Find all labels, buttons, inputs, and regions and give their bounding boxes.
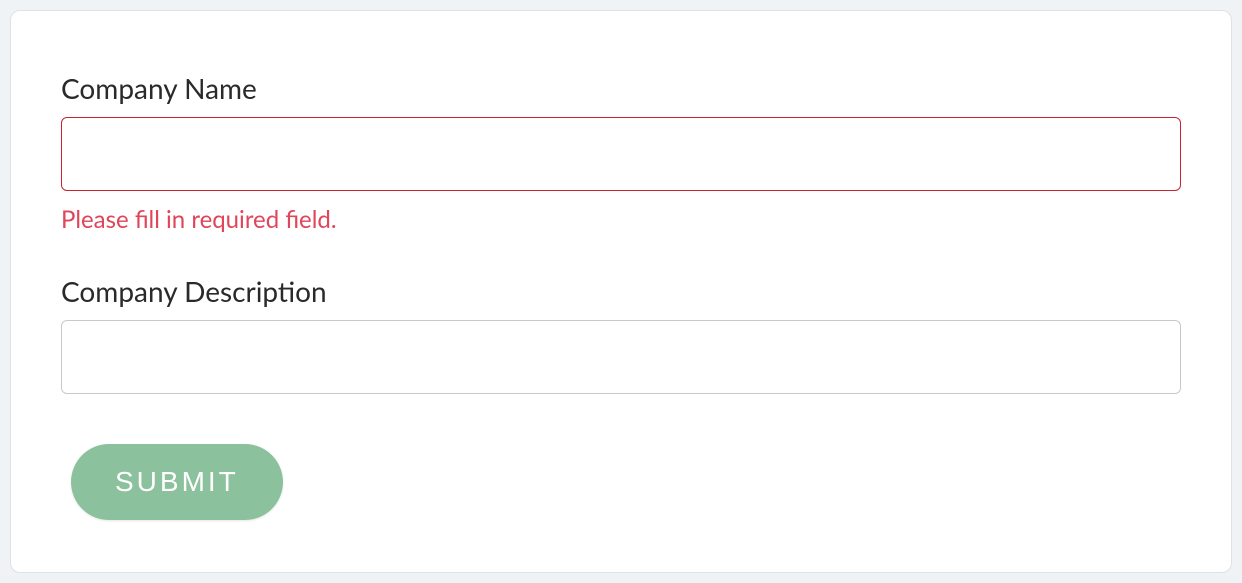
company-name-group: Company Name Please fill in required fie…: [61, 71, 1181, 234]
company-description-group: Company Description: [61, 274, 1181, 394]
submit-button[interactable]: SUBMIT: [71, 444, 283, 520]
company-description-label: Company Description: [61, 274, 1181, 308]
company-name-input[interactable]: [61, 117, 1181, 191]
company-name-label: Company Name: [61, 71, 1181, 105]
company-description-input[interactable]: [61, 320, 1181, 394]
company-name-error: Please fill in required field.: [61, 205, 1181, 234]
form-card: Company Name Please fill in required fie…: [10, 10, 1232, 573]
